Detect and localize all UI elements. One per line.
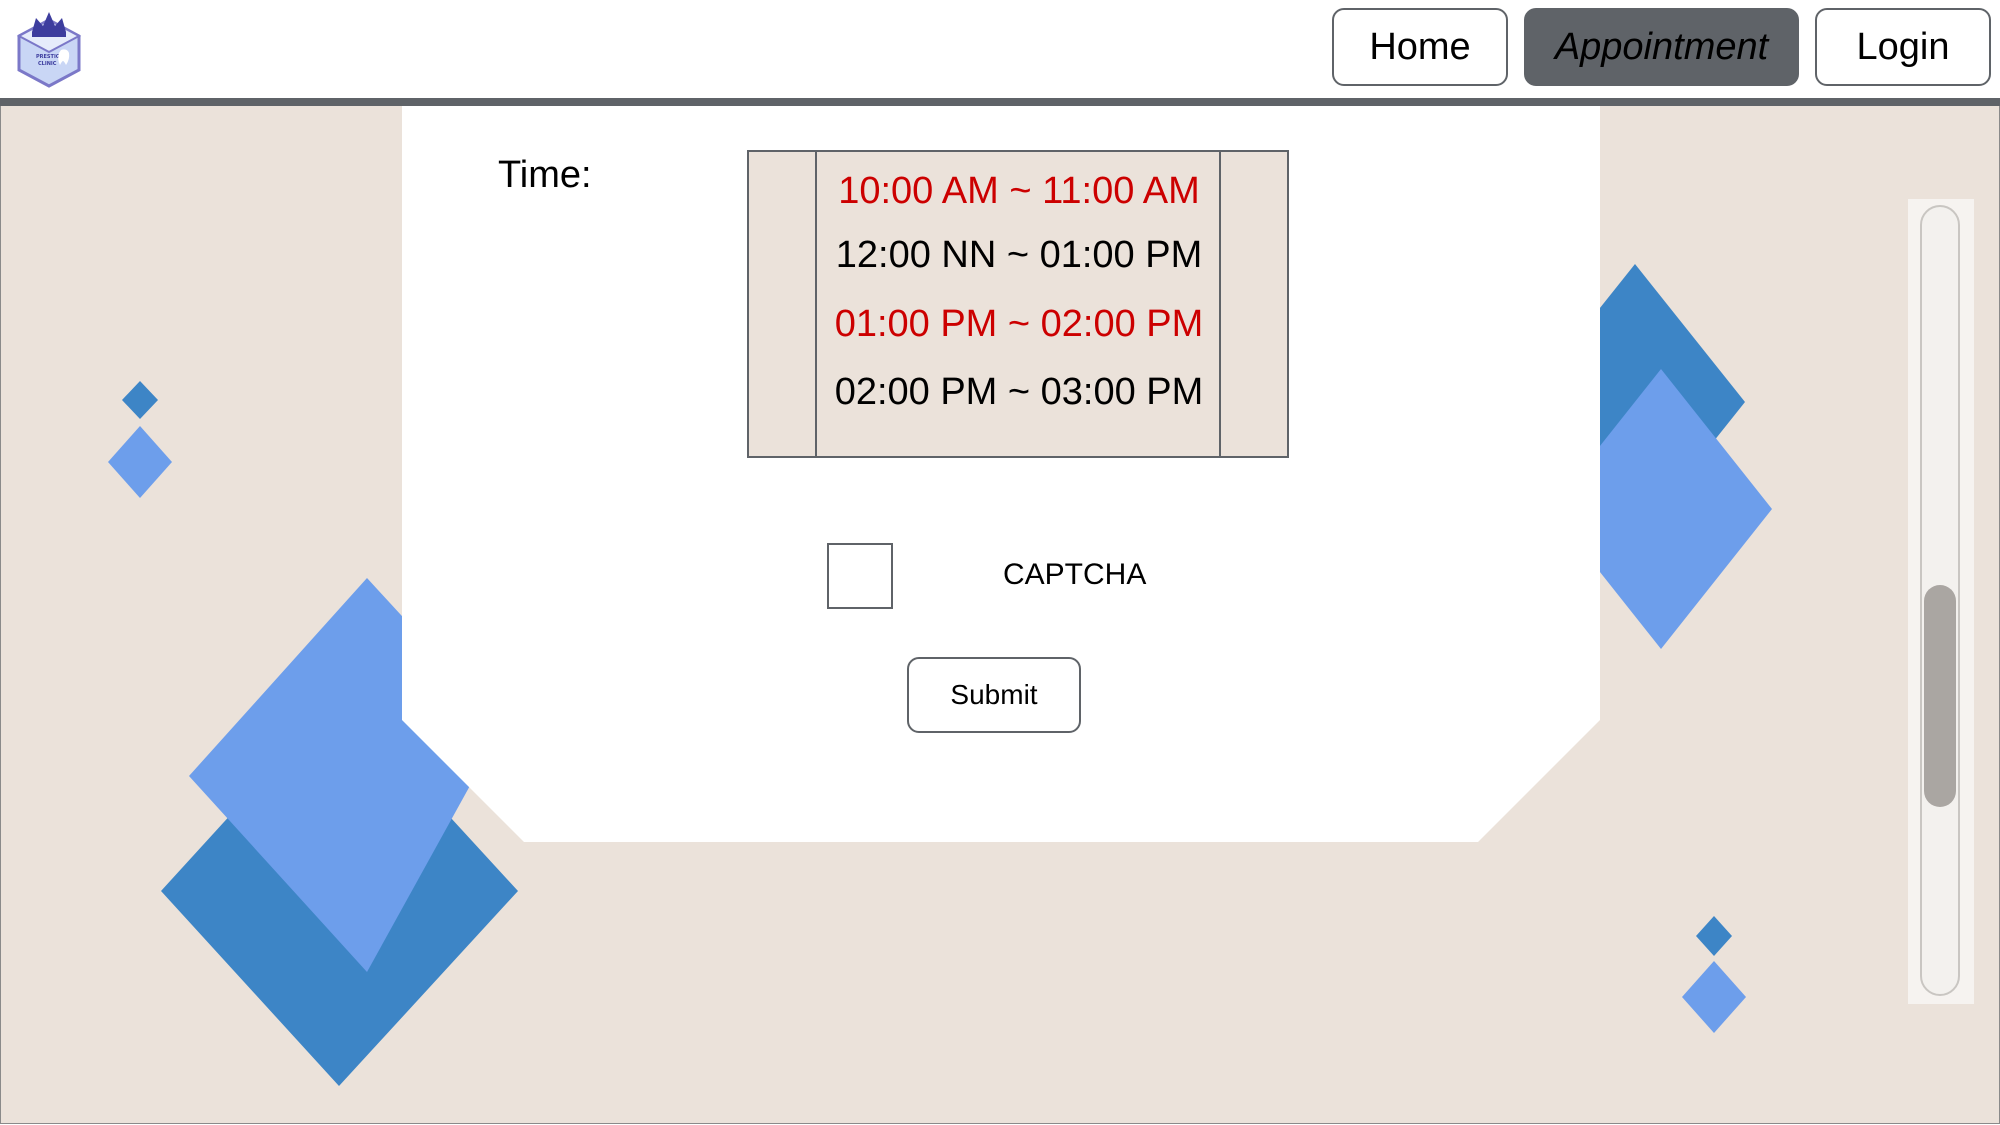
nav-home-button[interactable]: Home [1332, 8, 1508, 86]
svg-text:CLINIC: CLINIC [38, 61, 57, 67]
diamond-shape [122, 381, 158, 419]
submit-button[interactable]: Submit [907, 657, 1081, 733]
time-slot-option[interactable]: 02:00 PM ~ 03:00 PM [817, 371, 1221, 414]
time-slot-option[interactable]: 12:00 NN ~ 01:00 PM [817, 234, 1221, 277]
scrollbar-thumb[interactable] [1924, 585, 1956, 807]
time-slot-option[interactable]: 10:00 AM ~ 11:00 AM [817, 170, 1221, 213]
vertical-scrollbar[interactable] [1908, 199, 1974, 1004]
diamond-shape [1682, 961, 1746, 1033]
time-label: Time: [498, 154, 592, 196]
time-slot-option[interactable]: 01:00 PM ~ 02:00 PM [817, 303, 1221, 346]
nav-appointment-button[interactable]: Appointment [1524, 8, 1799, 86]
header-divider [0, 98, 2000, 106]
main-content-area: Time: 10:00 AM ~ 11:00 AM 12:00 NN ~ 01:… [0, 106, 2000, 1124]
captcha-checkbox[interactable] [827, 543, 893, 609]
clinic-logo[interactable]: PRESTIGE CLINIC [14, 8, 84, 88]
diamond-shape [108, 426, 172, 498]
diamond-shape [1696, 916, 1732, 956]
captcha-label: CAPTCHA [1003, 558, 1147, 591]
nav-login-button[interactable]: Login [1815, 8, 1991, 86]
top-nav-bar: PRESTIGE CLINIC Home Appointment Login [0, 0, 2000, 98]
time-slot-list[interactable]: 10:00 AM ~ 11:00 AM 12:00 NN ~ 01:00 PM … [747, 150, 1289, 458]
